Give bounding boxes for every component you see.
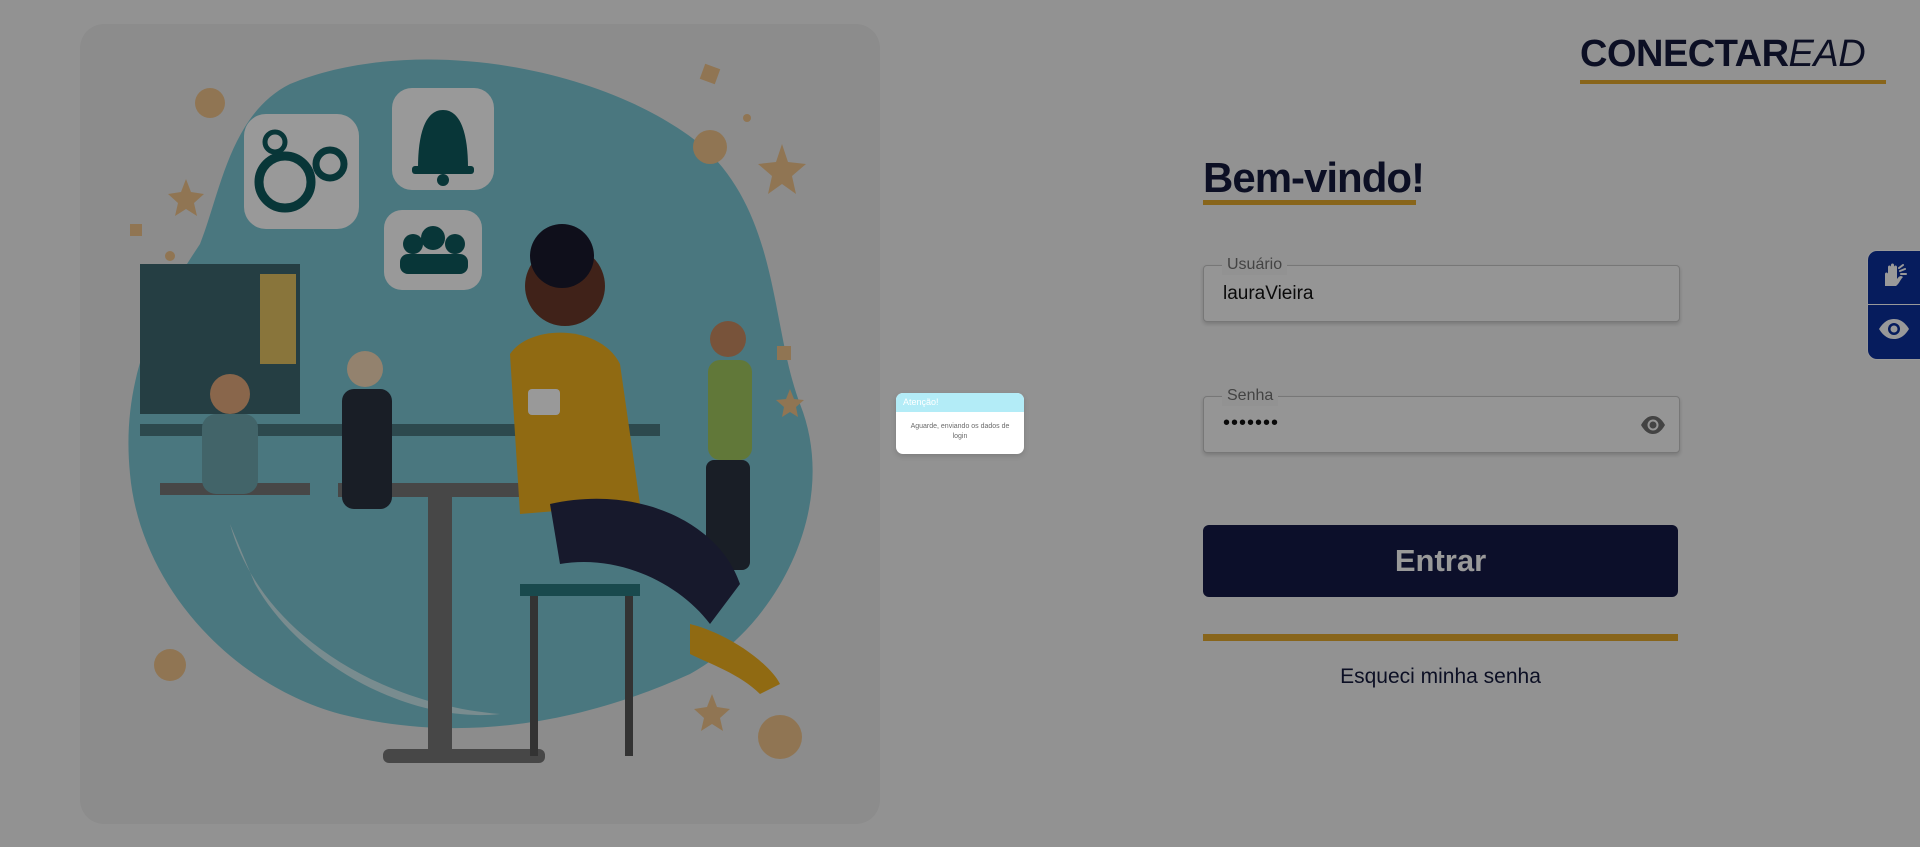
toast-message: Aguarde, enviando os dados de login: [910, 423, 1010, 440]
notification-toast: Atenção! Aguarde, enviando os dados de l…: [896, 393, 1024, 454]
toast-title: Atenção!: [896, 393, 1024, 412]
